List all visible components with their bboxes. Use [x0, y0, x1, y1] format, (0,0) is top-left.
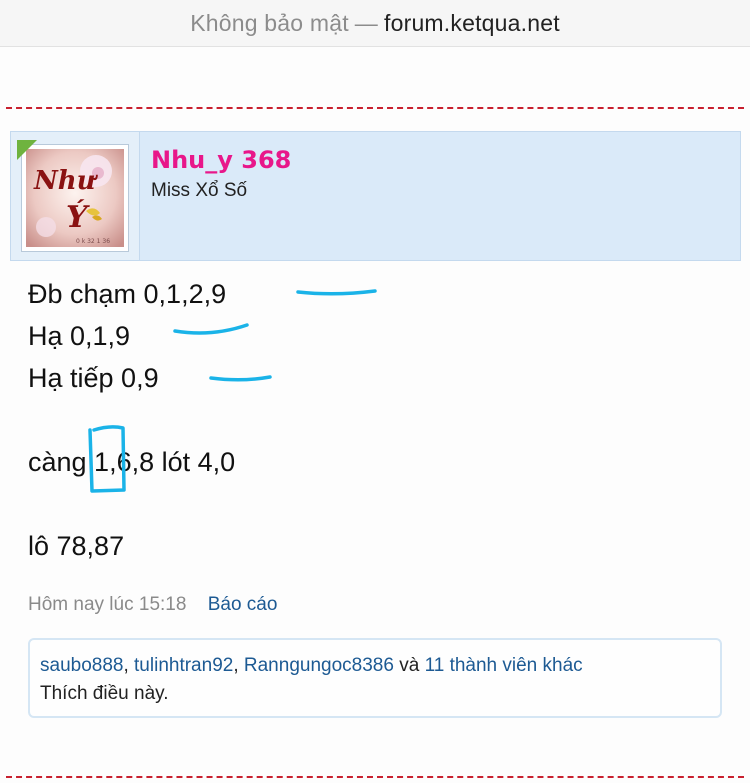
likes-others-link[interactable]: 11 thành viên khác — [425, 655, 583, 676]
like-separator-1: , — [123, 655, 129, 676]
username[interactable]: Nhu_y 368 — [151, 146, 291, 174]
avatar-image: Như Ý 0 k 32 1 36 — [26, 149, 124, 247]
avatar-panel: Như Ý 0 k 32 1 36 — [11, 132, 140, 260]
post-line-4: càng 1,6,8 lót 4,0 — [28, 447, 236, 477]
security-status: Không bảo mật — [190, 9, 349, 36]
avatar-text-2: Ý — [66, 199, 90, 235]
likes-and: và — [399, 655, 420, 676]
like-user-3[interactable]: Ranngungoc8386 — [244, 655, 394, 676]
report-link[interactable]: Báo cáo — [208, 594, 278, 615]
site-host: forum.ketqua.net — [384, 9, 560, 36]
likes-line: saubo888, tulinhtran92, Ranngungoc8386 v… — [40, 652, 710, 680]
annotation-underline-1 — [296, 289, 377, 296]
post-divider-top — [6, 107, 744, 109]
post-line-3: Hạ tiếp 0,9 — [28, 363, 159, 393]
likes-summary: saubo888, tulinhtran92, Ranngungoc8386 v… — [28, 638, 722, 718]
likes-suffix: Thích điều này. — [40, 683, 169, 704]
address-separator: — — [354, 9, 378, 36]
annotation-underline-2 — [173, 323, 249, 335]
avatar-text-1: Như — [33, 166, 99, 196]
browser-address-bar[interactable]: Không bảo mật — forum.ketqua.net — [0, 0, 750, 47]
like-user-1[interactable]: saubo888 — [40, 655, 123, 676]
avatar[interactable]: Như Ý 0 k 32 1 36 — [21, 144, 129, 252]
post-divider-bottom — [6, 776, 744, 778]
post-time: Hôm nay lúc 15:18 — [28, 594, 187, 615]
post-meta: Hôm nay lúc 15:18 Báo cáo — [28, 594, 277, 616]
post-line-1: Đb chạm 0,1,2,9 — [28, 279, 227, 309]
like-user-2[interactable]: tulinhtran92 — [134, 655, 233, 676]
annotation-underline-3 — [209, 375, 272, 382]
user-info-card: Như Ý 0 k 32 1 36 Nhu_y 368 Miss Xổ Số — [10, 131, 741, 261]
user-title: Miss Xổ Số — [151, 180, 248, 201]
online-indicator — [17, 140, 37, 160]
post-line-2: Hạ 0,1,9 — [28, 321, 131, 351]
avatar-subtext: 0 k 32 1 36 — [76, 238, 110, 245]
like-separator-2: , — [233, 655, 239, 676]
post-line-5: lô 78,87 — [28, 531, 125, 561]
